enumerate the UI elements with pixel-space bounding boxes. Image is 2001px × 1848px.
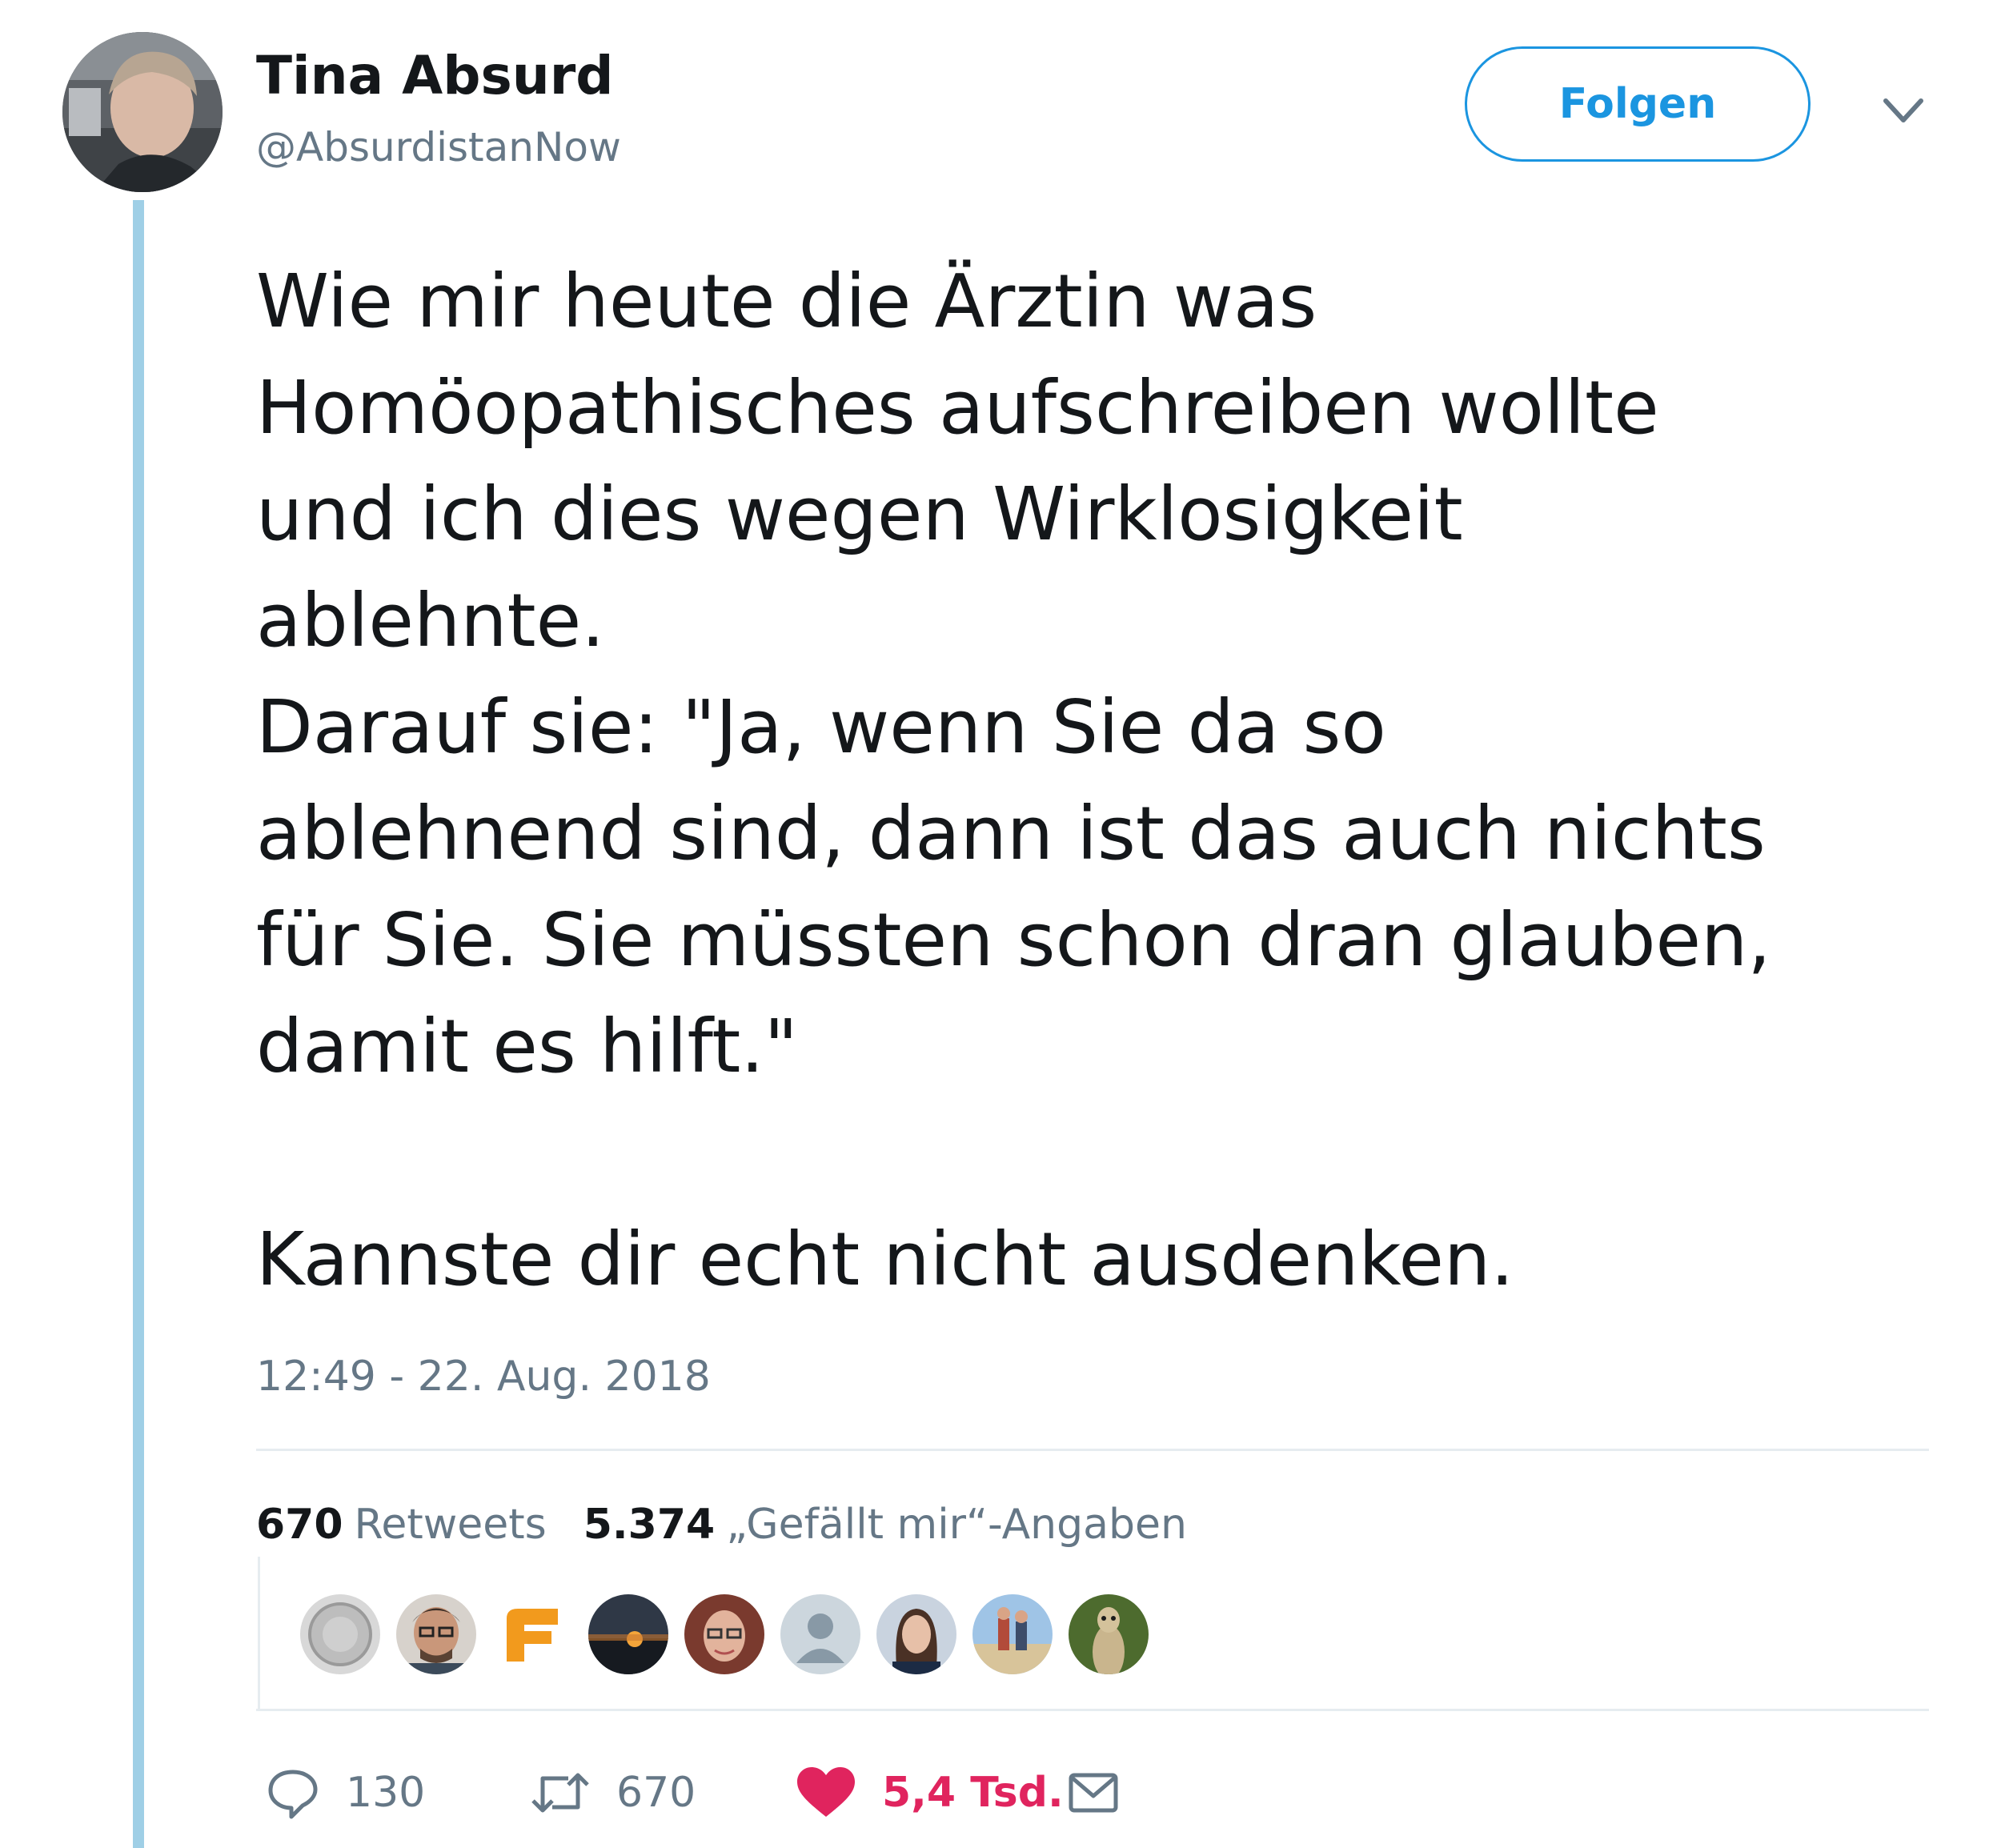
divider-bottom <box>256 1709 1929 1711</box>
envelope-icon <box>1069 1773 1118 1813</box>
tweet-stats: 670 Retweets 5.374 „Gefällt mir“-Angaben <box>256 1501 1187 1549</box>
liker-avatar-6[interactable] <box>780 1594 860 1674</box>
chevron-down-icon <box>1883 98 1923 122</box>
tweet-actions: 130 670 5,4 Tsd. <box>256 1757 1217 1829</box>
sunset-photo-icon <box>588 1594 668 1674</box>
direct-message-button[interactable] <box>1065 1757 1122 1829</box>
reply-count: 130 <box>346 1769 426 1817</box>
woman-photo-icon <box>876 1594 956 1674</box>
liker-avatar-2[interactable] <box>396 1594 476 1674</box>
beach-people-photo-icon <box>972 1594 1053 1674</box>
retweets-count: 670 <box>256 1501 343 1549</box>
liker-avatar-5[interactable] <box>684 1594 764 1674</box>
author-name[interactable]: Tina Absurd <box>256 45 614 106</box>
retweets-label: Retweets <box>354 1501 547 1549</box>
profile-photo-icon <box>62 32 223 192</box>
retweets-stat[interactable]: 670 Retweets <box>256 1501 547 1549</box>
thread-line <box>133 200 144 1848</box>
author-avatar[interactable] <box>62 32 223 192</box>
retweet-count: 670 <box>616 1769 696 1817</box>
likes-stat[interactable]: 5.374 „Gefällt mir“-Angaben <box>583 1501 1187 1549</box>
retweet-icon <box>531 1773 589 1813</box>
likers-list <box>258 1557 1931 1709</box>
heart-icon <box>797 1767 855 1817</box>
author-handle[interactable]: @AbsurdistanNow <box>256 124 621 170</box>
like-button[interactable]: 5,4 Tsd. <box>794 1757 1064 1829</box>
coin-photo-icon <box>300 1594 380 1674</box>
man-with-glasses-photo-icon <box>396 1594 476 1674</box>
tweet-text: Wie mir heute die Ärztin was Homöopathis… <box>256 259 1771 1302</box>
default-profile-icon <box>780 1594 860 1674</box>
woman-with-glasses-photo-icon <box>684 1594 764 1674</box>
orange-logo-icon <box>492 1594 572 1674</box>
likes-label: „Gefällt mir“-Angaben <box>726 1501 1187 1549</box>
liker-avatar-7[interactable] <box>876 1594 956 1674</box>
liker-avatar-9[interactable] <box>1069 1594 1149 1674</box>
tweet-timestamp[interactable]: 12:49 - 22. Aug. 2018 <box>256 1353 711 1401</box>
liker-avatar-8[interactable] <box>972 1594 1053 1674</box>
like-count: 5,4 Tsd. <box>882 1769 1064 1817</box>
meerkat-photo-icon <box>1069 1594 1149 1674</box>
liker-avatar-3[interactable] <box>492 1594 572 1674</box>
liker-avatar-1[interactable] <box>300 1594 380 1674</box>
divider-top <box>256 1449 1929 1451</box>
retweet-button[interactable]: 670 <box>528 1757 696 1829</box>
follow-button[interactable]: Folgen <box>1465 46 1811 162</box>
liker-avatar-4[interactable] <box>588 1594 668 1674</box>
likes-count: 5.374 <box>583 1501 716 1549</box>
reply-icon <box>268 1770 318 1819</box>
reply-button[interactable]: 130 <box>264 1757 425 1829</box>
more-options-button[interactable] <box>1875 88 1932 136</box>
